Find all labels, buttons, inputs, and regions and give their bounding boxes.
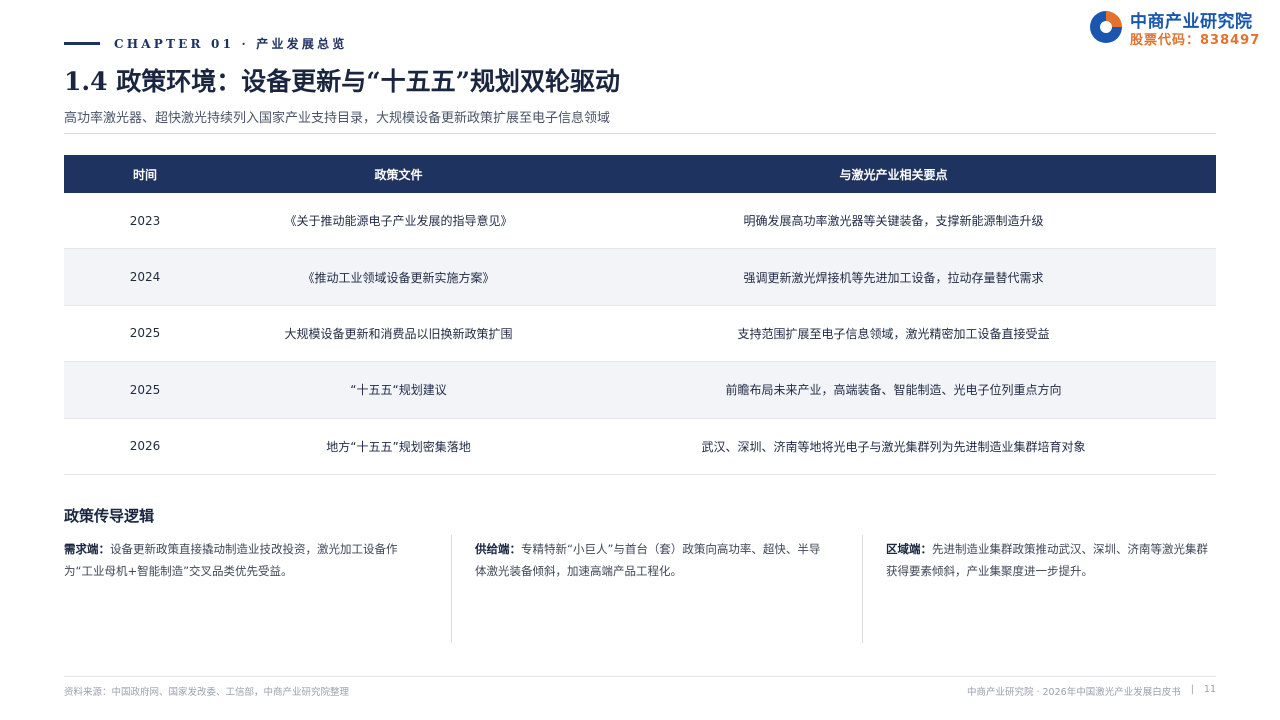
footer-info: 中商产业研究院 · 2026年中国激光产业发展白皮书 | 11 (967, 684, 1216, 698)
logic-demand-key: 需求端： (64, 542, 110, 556)
cell-points: 武汉、深圳、济南等地将光电子与激光集群列为先进制造业集群培育对象 (701, 439, 1086, 454)
logic-region: 区域端：先进制造业集群政策推动武汉、深圳、济南等激光集群获得要素倾斜，产业集聚度… (886, 538, 1216, 582)
chapter-accent-bar (64, 41, 100, 45)
column-divider (862, 535, 863, 643)
header-cell-points: 与激光产业相关要点 (839, 167, 948, 182)
footer-divider (64, 676, 1216, 677)
column-divider (451, 535, 452, 643)
logic-supply-text: 专精特新“小巨人”与首台（套）政策向高功率、超快、半导体激光装备倾斜，加速高端产… (475, 542, 821, 578)
cell-document: 《关于推动能源电子产业发展的指导意见》 (284, 214, 513, 229)
cell-time: 2024 (129, 270, 161, 285)
logic-supply-key: 供给端： (475, 542, 521, 556)
brand-logo: 中商产业研究院 股票代码：838497 (1088, 7, 1268, 48)
logic-demand: 需求端：设备更新政策直接撬动制造业技改投资，激光加工设备作为“工业母机+智能制造… (64, 538, 414, 582)
page-title: 1.4 政策环境：设备更新与“十五五”规划双轮驱动 (64, 67, 620, 96)
cell-document: 《推动工业领域设备更新实施方案》 (302, 270, 495, 285)
table-row: 2025 大规模设备更新和消费品以旧换新政策扩围 支持范围扩展至电子信息领域，激… (64, 306, 1216, 363)
logic-demand-text: 设备更新政策直接撬动制造业技改投资，激光加工设备作为“工业母机+智能制造”交叉品… (64, 542, 398, 578)
logic-region-key: 区域端： (886, 542, 932, 556)
cell-document: 地方“十五五”规划密集落地 (326, 439, 471, 454)
logic-region-text: 先进制造业集群政策推动武汉、深圳、济南等激光集群获得要素倾斜，产业集聚度进一步提… (886, 542, 1208, 578)
table-row: 2024 《推动工业领域设备更新实施方案》 强调更新激光焊接机等先进加工设备，拉… (64, 249, 1216, 306)
brand-stock-code: 股票代码：838497 (1130, 33, 1261, 48)
chapter-label: CHAPTER 01 · 产业发展总览 (114, 36, 348, 51)
cell-time: 2025 (129, 326, 161, 341)
source-note: 资料来源：中国政府网、国家发改委、工信部，中商产业研究院整理 (64, 687, 350, 698)
page-number: 11 (1203, 684, 1216, 695)
cell-time: 2025 (129, 382, 161, 397)
cell-points: 明确发展高功率激光器等关键装备，支撑新能源制造升级 (743, 214, 1044, 229)
page-subtitle: 高功率激光器、超快激光持续列入国家产业支持目录，大规模设备更新政策扩展至电子信息… (64, 111, 611, 126)
table-row: 2023 《关于推动能源电子产业发展的指导意见》 明确发展高功率激光器等关键装备… (64, 193, 1216, 250)
logic-supply: 供给端：专精特新“小巨人”与首台（套）政策向高功率、超快、半导体激光装备倾斜，加… (475, 538, 825, 582)
cell-time: 2026 (129, 439, 161, 454)
cell-document: 大规模设备更新和消费品以旧换新政策扩围 (284, 326, 513, 341)
chapter-header: CHAPTER 01 · 产业发展总览 (64, 35, 347, 51)
table-row: 2026 地方“十五五”规划密集落地 武汉、深圳、济南等地将光电子与激光集群列为… (64, 419, 1216, 475)
report-name: 中商产业研究院 · 2026年中国激光产业发展白皮书 (966, 687, 1181, 698)
brand-logo-icon (1090, 11, 1122, 43)
table-header: 时间 政策文件 与激光产业相关要点 (64, 155, 1216, 193)
header-cell-time: 时间 (132, 167, 157, 182)
cell-points: 强调更新激光焊接机等先进加工设备，拉动存量替代需求 (743, 270, 1044, 285)
cell-document: “十五五“规划建议 (350, 383, 447, 398)
footer-separator: | (1190, 684, 1194, 695)
table-row: 2025 “十五五“规划建议 前瞻布局未来产业，高端装备、智能制造、光电子位列重… (64, 362, 1216, 419)
header-cell-document: 政策文件 (374, 167, 423, 182)
policy-table: 时间 政策文件 与激光产业相关要点 2023 《关于推动能源电子产业发展的指导意… (64, 155, 1216, 475)
cell-time: 2023 (129, 213, 161, 228)
title-divider (64, 133, 1216, 134)
logic-section-title: 政策传导逻辑 (64, 507, 155, 525)
cell-points: 支持范围扩展至电子信息领域，激光精密加工设备直接受益 (737, 326, 1050, 341)
cell-points: 前瞻布局未来产业，高端装备、智能制造、光电子位列重点方向 (725, 383, 1062, 398)
